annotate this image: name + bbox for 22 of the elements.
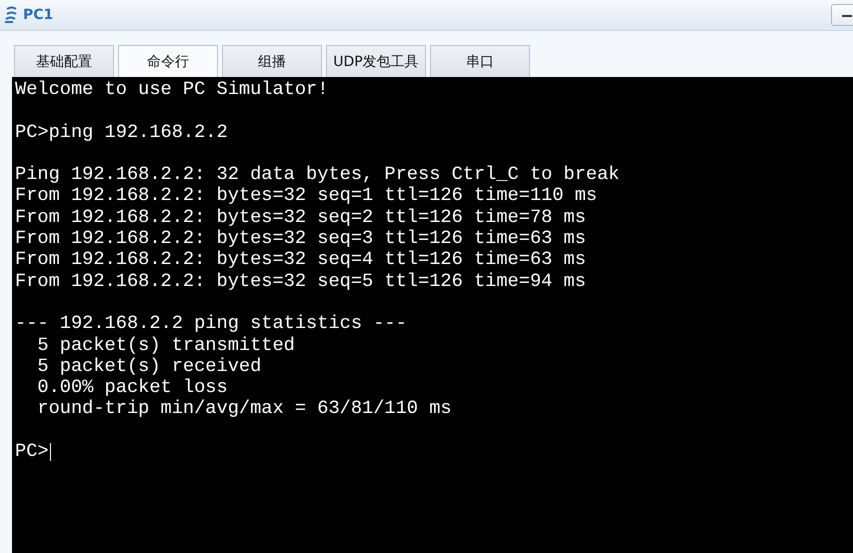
terminal-line: From 192.168.2.2: bytes=32 seq=2 ttl=126 time=78 ms — [15, 206, 587, 228]
terminal-line: 0.00% packet loss — [36, 377, 229, 398]
terminal-line: From 192.168.2.2: bytes=32 seq=3 ttl=126 time=63 ms — [15, 228, 587, 250]
terminal-line: round-trip min/avg/max = 63/81/110 ms — [36, 398, 453, 420]
terminal-line: --- 192.168.2.2 ping statistics --- — [15, 313, 408, 335]
window-title: PC1 — [23, 7, 54, 23]
tab[interactable]: UDP发包工具 — [326, 45, 426, 77]
tab[interactable]: 命令行 — [118, 45, 218, 77]
terminal-line: Ping 192.168.2.2: 32 data bytes, Press Ctrl_C to break — [15, 164, 620, 186]
tab[interactable]: 基础配置 — [14, 45, 114, 77]
minimize-button[interactable] — [831, 4, 853, 26]
terminal-line: From 192.168.2.2: bytes=32 seq=5 ttl=126 time=94 ms — [15, 270, 587, 292]
tab[interactable]: 串口 — [430, 45, 530, 77]
tab[interactable]: 组播 — [222, 45, 322, 77]
terminal-prompt: PC> — [15, 441, 49, 462]
terminal-line: From 192.168.2.2: bytes=32 seq=1 ttl=126 time=110 ms — [15, 185, 598, 207]
terminal-line: From 192.168.2.2: bytes=32 seq=4 ttl=126 time=63 ms — [15, 249, 587, 271]
terminal-line: 5 packet(s) received — [36, 356, 262, 378]
terminal-line: 5 packet(s) transmitted — [36, 334, 296, 356]
terminal-line: PC>ping 192.168.2.2 — [15, 122, 229, 143]
text-cursor — [50, 442, 51, 461]
terminal-line: Welcome to use PC Simulator! — [15, 79, 330, 100]
